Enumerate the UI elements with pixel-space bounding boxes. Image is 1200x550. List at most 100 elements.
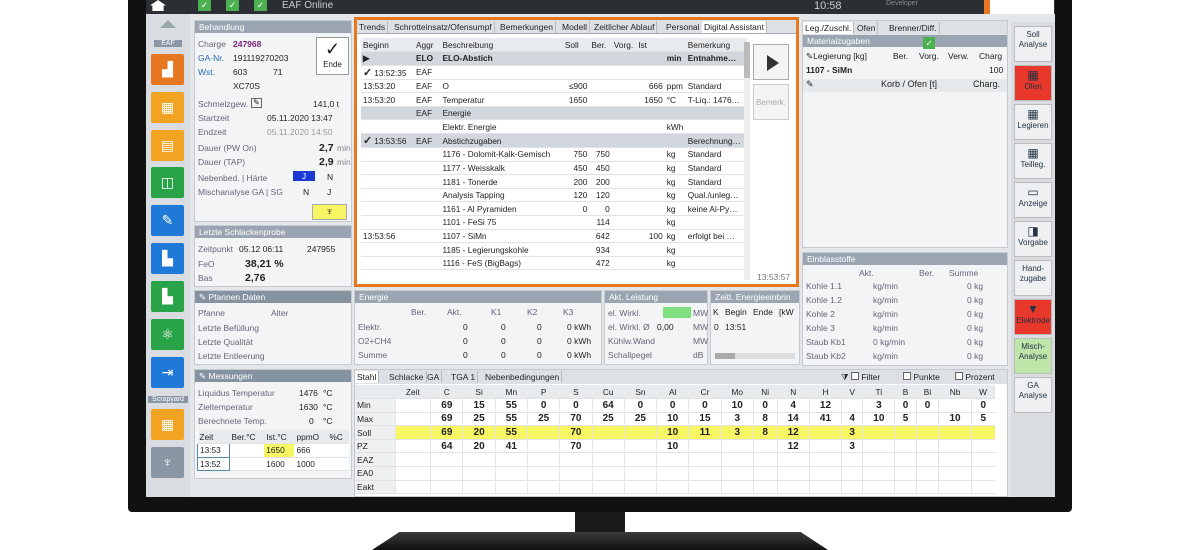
tab-schrotteinsatz-ofensumpf[interactable]: Schrotteinsatz/Ofensumpf xyxy=(392,21,495,33)
neben-n-toggle[interactable]: N xyxy=(327,172,333,182)
rightbar-hand-zugabe-button[interactable]: Hand-zugabe xyxy=(1014,260,1052,296)
da-row[interactable]: Elektr. Energie kWh xyxy=(361,119,747,135)
da-row[interactable]: ✓ 13:53:56 EAF Abstichzugaben Berechnung… xyxy=(361,133,747,149)
energie-cell: 0 xyxy=(501,336,506,346)
collapse-up-icon[interactable] xyxy=(160,20,176,28)
prozent-checkbox[interactable] xyxy=(955,372,963,380)
schlacke-nr-value: 247955 xyxy=(307,244,336,254)
ende-button[interactable]: ✓ Ende xyxy=(316,37,349,75)
tab-zeitlicher-ablauf[interactable]: Zeitlicher Ablauf xyxy=(592,21,658,33)
punkte-control[interactable]: Punkte xyxy=(903,372,940,382)
table-row[interactable]: 13:52 1600 1000 xyxy=(197,456,349,472)
analysis-row[interactable]: Max 69 25 55 25 70 25 25 10 15 3 8 14 41 4 10 5 10 5 xyxy=(355,412,995,427)
analysis-row[interactable]: EAZ xyxy=(355,452,995,468)
scroll-thumb[interactable] xyxy=(744,42,750,78)
rightbar-elektrode-button[interactable]: ▼ Elektrode xyxy=(1014,299,1052,335)
rightbar-vorgabe-button[interactable]: ◨ Vorgabe xyxy=(1014,221,1052,257)
end-label: Endzeit xyxy=(198,127,227,137)
leg-row-name[interactable]: 1107 - SiMn xyxy=(806,65,852,75)
da-row[interactable]: 1116 - FeS (BigBags) 472 kg xyxy=(361,256,747,271)
sidebar-puzzle-green-icon[interactable]: ▙ xyxy=(151,281,184,312)
da-row[interactable]: 1185 - Legierungskohle 934 kg xyxy=(361,242,747,257)
rightbar-teilleg--button[interactable]: ▦ Teilleg. xyxy=(1014,143,1052,179)
grade-value: XC70S xyxy=(233,81,260,91)
sidebar-calendar-icon[interactable]: ▦ xyxy=(151,92,184,123)
sidebar-notes-icon[interactable]: ▤ xyxy=(151,130,184,161)
play-button[interactable] xyxy=(753,44,789,80)
da-row[interactable]: EAF Energie xyxy=(361,106,747,121)
leistung-cell: MW xyxy=(693,308,709,318)
analysis-cell xyxy=(894,466,917,481)
rightbar-legieren-button[interactable]: ▦ Legieren xyxy=(1014,104,1052,140)
top-bar: ✓ ✓ ✓ EAF Online 10:58 Developer xyxy=(146,0,1055,14)
analysis-row[interactable]: Min 69 15 55 0 0 64 0 0 0 10 0 4 12 3 0 0 0 xyxy=(355,398,995,413)
sidebar-puzzle-icon[interactable]: ▙ xyxy=(151,243,184,274)
analysis-tab-schlacke[interactable]: Schlacke xyxy=(387,371,427,383)
analysis-row[interactable]: EA0 xyxy=(355,466,995,481)
analysis-tab-tga-1[interactable]: TGA 1 xyxy=(449,371,479,383)
analysis-cell: 10 xyxy=(656,439,689,454)
sidebar-crane-icon[interactable]: ♆ xyxy=(151,447,184,478)
misch-n-toggle[interactable]: N xyxy=(303,187,309,197)
da-row[interactable]: 1176 - Dolomit-Kalk-Gemisch 750 750 kg Stand… xyxy=(361,147,747,162)
filter-checkbox[interactable] xyxy=(850,372,859,380)
analysis-tab-ga[interactable]: GA xyxy=(425,371,443,383)
da-row[interactable]: ✓ 13:52:35 EAF xyxy=(361,65,747,80)
tab-leg-zuschl[interactable]: Leg./Zuschl. xyxy=(803,22,855,34)
da-row[interactable]: 1181 - Tonerde 200 200 kg Standard xyxy=(361,174,747,189)
rightbar-misch-analyse-button[interactable]: Misch-Analyse xyxy=(1014,338,1052,374)
sidebar-eaf-furnace-icon[interactable]: ▟ xyxy=(151,54,184,85)
da-row[interactable]: 1177 - Weisskalk 450 450 kg Standard xyxy=(361,161,747,176)
analysis-tab-nebenbedingungen[interactable]: Nebenbedingungen xyxy=(483,371,563,383)
einblas-sum: 0 kg xyxy=(967,281,984,291)
table-row[interactable]: 13:53 1650 666 xyxy=(197,443,349,458)
da-row[interactable]: 1101 - FeSi 75 114 kg xyxy=(361,215,747,230)
tab-ofen[interactable]: Ofen xyxy=(855,22,879,34)
tab-brenner[interactable]: Brenner/Diff. xyxy=(887,22,940,34)
rightbar-ga-analyse-button[interactable]: GA Analyse xyxy=(1014,377,1052,413)
rightbar-soll-analyse-button[interactable]: Soll Analyse xyxy=(1014,26,1052,62)
prozent-control[interactable]: Prozent xyxy=(955,372,995,382)
leistung-cell: 0,00 xyxy=(657,322,674,332)
da-row[interactable]: 13:53:20 EAF Temperatur 1650 1650 °C T-Liq.: 1… xyxy=(361,92,747,107)
sidebar-atom-icon[interactable]: ⚛ xyxy=(151,319,184,350)
rightbar-anzeige-button[interactable]: ▭ Anzeige xyxy=(1014,182,1052,218)
analysis-row[interactable]: PZ 64 20 41 70 10 12 3 xyxy=(355,439,995,454)
sidebar-scrap-calendar-icon[interactable]: ▦ xyxy=(151,409,184,440)
da-row[interactable]: 13:53:56 1107 - SiMn 642 100 kg erfolgt bei … xyxy=(361,229,747,244)
da-row[interactable]: Analysis Tapping 120 120 kg Qual./unleg… xyxy=(361,188,747,203)
da-cell: 450 xyxy=(589,161,612,176)
sidebar-edit-icon[interactable]: ✎ xyxy=(151,205,184,236)
sidebar-chart-icon[interactable]: ◫ xyxy=(151,167,184,198)
tab-trends[interactable]: Trends xyxy=(357,21,389,33)
scroll-thumb[interactable] xyxy=(715,353,735,359)
filter-control[interactable]: ⧩ Filter xyxy=(841,372,880,383)
horizontal-scrollbar[interactable] xyxy=(715,353,795,359)
punkte-checkbox[interactable] xyxy=(903,372,911,380)
pencil-icon[interactable]: ✎ xyxy=(251,98,262,108)
da-cell-text: 1650 xyxy=(644,94,663,105)
pencil-icon[interactable]: ✎ xyxy=(806,79,814,90)
analysis-tab-stahl[interactable]: Stahl xyxy=(355,371,380,383)
crane-icon[interactable]: ♆ xyxy=(312,204,347,220)
tab-digital-assistant[interactable]: Digital Assistant xyxy=(702,21,767,33)
da-row[interactable]: 1161 - Al Pyramiden 0 0 kg keine Al-Py… xyxy=(361,201,747,217)
sidebar-exit-icon[interactable]: ⇥ xyxy=(151,357,184,388)
da-row[interactable]: 13:53:20 EAF O ≤900 666 ppm Standard xyxy=(361,79,747,94)
home-icon[interactable] xyxy=(150,0,166,11)
analysis-cell: 41 xyxy=(808,412,842,427)
rightbar-ofen-button[interactable]: ▦ Ofen xyxy=(1014,65,1052,101)
da-cell xyxy=(636,256,665,271)
neben-j-toggle[interactable]: J xyxy=(293,171,315,181)
bemerk-button[interactable]: Bemerk. xyxy=(753,84,789,120)
misch-j-toggle[interactable]: J xyxy=(327,187,331,197)
tab-bemerkungen[interactable]: Bemerkungen xyxy=(498,21,556,33)
start-value: 05.11.2020 13:47 xyxy=(267,113,333,123)
tab-personal[interactable]: Personal xyxy=(664,21,703,33)
da-row[interactable]: ▶ ELO ELO-Abstich min Entnahme… xyxy=(361,51,747,66)
analysis-row[interactable]: Soll 69 20 55 70 10 11 3 8 12 3 xyxy=(355,425,995,440)
monitor-neck xyxy=(575,512,625,534)
tab-modell[interactable]: Modell xyxy=(560,21,591,33)
da-scrollbar[interactable] xyxy=(744,42,750,280)
analysis-row[interactable]: Eakt xyxy=(355,480,995,495)
